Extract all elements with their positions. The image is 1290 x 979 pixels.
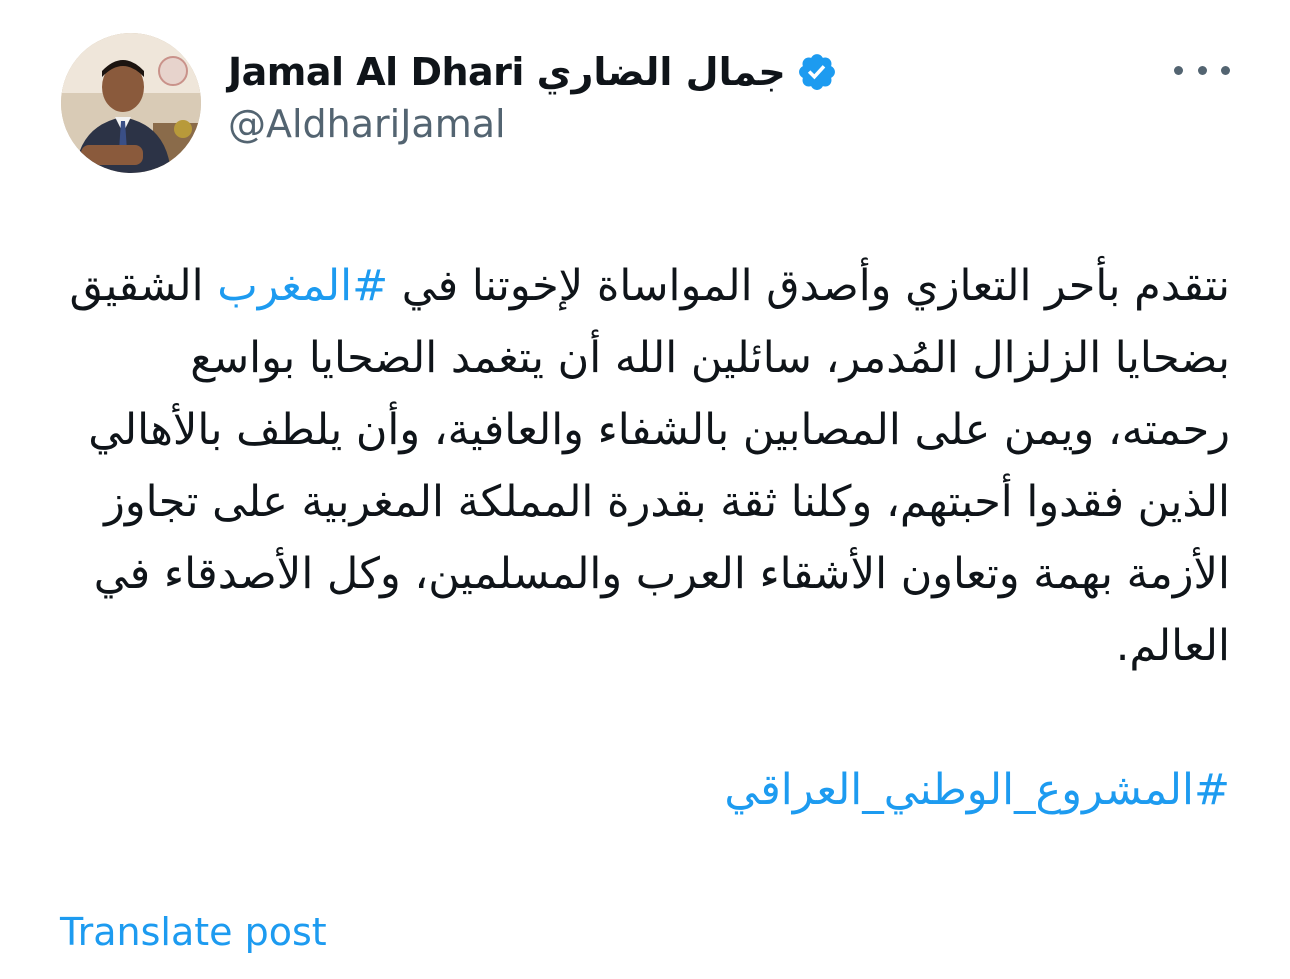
footer-hashtag-line: #المشروع_الوطني_العراقي (60, 754, 1230, 826)
tweet-card: Jamal Al Dhari جمال الضاري @AldhariJamal… (0, 0, 1290, 979)
hashtag-link[interactable]: #المغرب (217, 261, 388, 311)
more-options-button[interactable] (1174, 50, 1230, 90)
translate-post-link[interactable]: Translate post (60, 910, 327, 954)
hashtag-link-footer[interactable]: #المشروع_الوطني_العراقي (724, 765, 1230, 815)
user-avatar-photo-icon (61, 33, 201, 173)
author-name-row[interactable]: Jamal Al Dhari جمال الضاري (228, 44, 838, 100)
post-text-start: نتقدم بأحر التعازي وأصدق المواساة لإخوتن… (388, 261, 1230, 311)
more-horizontal-icon (1221, 65, 1230, 75)
more-horizontal-icon (1197, 65, 1207, 75)
post-text-rest: الشقيق بضحايا الزلزال المُدمر، سائلين ال… (69, 261, 1230, 671)
author-handle[interactable]: @AldhariJamal (228, 102, 506, 146)
author-display-name[interactable]: Jamal Al Dhari جمال الضاري (228, 50, 786, 94)
verified-badge-icon (798, 54, 835, 90)
avatar[interactable] (61, 33, 201, 173)
more-horizontal-icon (1174, 65, 1183, 75)
post-body: نتقدم بأحر التعازي وأصدق المواساة لإخوتن… (60, 250, 1230, 826)
post-text: نتقدم بأحر التعازي وأصدق المواساة لإخوتن… (60, 250, 1230, 682)
